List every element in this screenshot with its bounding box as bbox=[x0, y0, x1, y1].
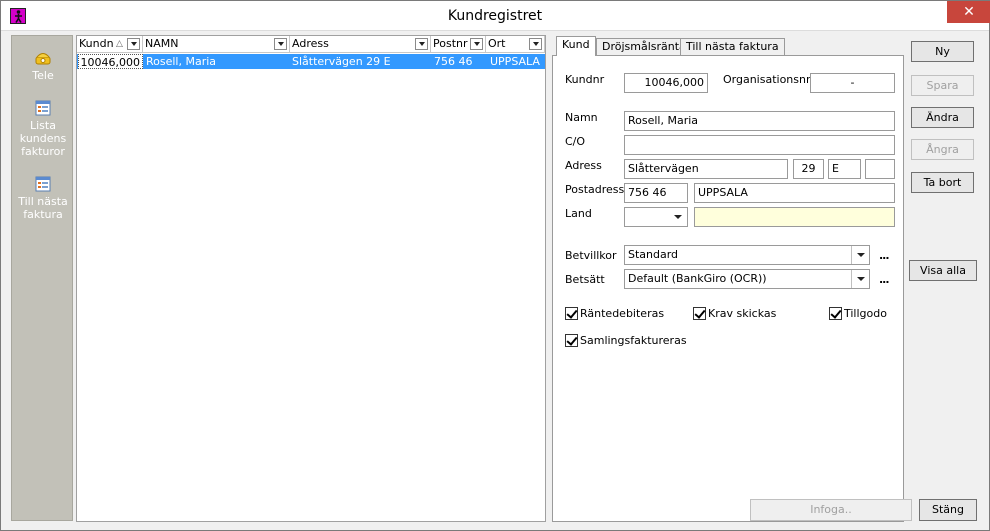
list-invoices-label: Lista kundens fakturor bbox=[19, 119, 67, 158]
list-icon bbox=[35, 176, 51, 192]
cell-kundnr: 10046,000 bbox=[78, 54, 143, 69]
list-icon bbox=[35, 100, 51, 116]
namn-label: Namn bbox=[565, 111, 598, 124]
column-header-ort[interactable]: Ort bbox=[486, 36, 545, 53]
chevron-down-icon[interactable] bbox=[851, 246, 869, 264]
betsatt-value: Default (BankGiro (OCR)) bbox=[628, 272, 767, 285]
chevron-down-icon[interactable] bbox=[669, 208, 687, 226]
checkbox-checked-icon[interactable] bbox=[565, 334, 578, 347]
column-header-postnr[interactable]: Postnr bbox=[431, 36, 486, 53]
list-invoices-shortcut[interactable]: Lista kundens fakturor bbox=[12, 100, 74, 158]
betvillkor-select[interactable]: Standard bbox=[624, 245, 870, 265]
co-field[interactable] bbox=[624, 135, 895, 155]
edit-button[interactable]: Ändra bbox=[911, 107, 974, 128]
new-button[interactable]: Ny bbox=[911, 41, 974, 62]
namn-field[interactable]: Rosell, Maria bbox=[624, 111, 895, 131]
close-button[interactable]: Stäng bbox=[919, 499, 977, 521]
krav-skickas-checkbox[interactable]: Krav skickas bbox=[693, 307, 783, 321]
ort-field[interactable]: UPPSALA bbox=[694, 183, 895, 203]
betsatt-label: Betsätt bbox=[565, 273, 605, 286]
save-button[interactable]: Spara bbox=[911, 75, 974, 96]
tillgodo-checkbox[interactable]: Tillgodo bbox=[829, 307, 889, 321]
postnr-field[interactable]: 756 46 bbox=[624, 183, 688, 203]
column-label: Adress bbox=[292, 37, 329, 50]
customer-grid[interactable]: Kundn △ NAMN Adress Postnr Ort 10046,000… bbox=[76, 35, 546, 522]
tab-till-nasta-faktura[interactable]: Till nästa faktura bbox=[680, 38, 785, 56]
next-invoice-shortcut[interactable]: Till nästa faktura bbox=[12, 176, 74, 221]
kundnr-label: Kundnr bbox=[565, 73, 605, 86]
show-all-button[interactable]: Visa alla bbox=[909, 260, 977, 281]
phone-icon bbox=[35, 50, 51, 66]
orgnr-field[interactable]: - bbox=[810, 73, 895, 93]
betvillkor-label: Betvillkor bbox=[565, 249, 617, 262]
checkbox-checked-icon[interactable] bbox=[565, 307, 578, 320]
title-bar: Kundregistret ✕ bbox=[1, 1, 990, 31]
column-label: NAMN bbox=[145, 37, 179, 50]
customer-register-window: Kundregistret ✕ Tele Lista kundens faktu… bbox=[0, 0, 990, 531]
rantedebiteras-label: Räntedebiteras bbox=[580, 307, 665, 320]
filter-dropdown-icon[interactable] bbox=[127, 38, 140, 50]
co-label: C/O bbox=[565, 135, 586, 148]
chevron-down-icon[interactable] bbox=[851, 270, 869, 288]
betsatt-select[interactable]: Default (BankGiro (OCR)) bbox=[624, 269, 870, 289]
column-label: Postnr bbox=[433, 37, 468, 50]
shortcut-panel: Tele Lista kundens fakturor Till nästa f… bbox=[11, 35, 73, 521]
filter-dropdown-icon[interactable] bbox=[274, 38, 287, 50]
cell-adress: Slåttervägen 29 E bbox=[292, 55, 391, 68]
postadress-label: Postadress bbox=[565, 183, 625, 196]
checkbox-checked-icon[interactable] bbox=[693, 307, 706, 320]
adress-street-field[interactable]: Slåttervägen bbox=[624, 159, 788, 179]
cell-postnr: 756 46 bbox=[434, 55, 473, 68]
rantedebiteras-checkbox[interactable]: Räntedebiteras bbox=[565, 307, 665, 321]
land-name-field bbox=[694, 207, 895, 227]
krav-skickas-label: Krav skickas bbox=[708, 307, 777, 320]
adress-label: Adress bbox=[565, 159, 602, 172]
tele-label: Tele bbox=[32, 69, 54, 82]
samlingsfaktureras-label: Samlingsfaktureras bbox=[580, 334, 687, 347]
column-header-kundnr[interactable]: Kundn △ bbox=[77, 36, 143, 53]
adress-letter-field[interactable]: E bbox=[828, 159, 861, 179]
filter-dropdown-icon[interactable] bbox=[470, 38, 483, 50]
tab-drojsmalsranta[interactable]: Dröjsmålsränta bbox=[596, 38, 692, 56]
tele-shortcut[interactable]: Tele bbox=[12, 50, 74, 82]
delete-button[interactable]: Ta bort bbox=[911, 172, 974, 193]
grid-header: Kundn △ NAMN Adress Postnr Ort bbox=[77, 36, 545, 53]
undo-button[interactable]: Ångra bbox=[911, 139, 974, 160]
next-invoice-label: Till nästa faktura bbox=[18, 195, 68, 221]
checkbox-checked-icon[interactable] bbox=[829, 307, 842, 320]
column-header-namn[interactable]: NAMN bbox=[143, 36, 290, 53]
close-window-button[interactable]: ✕ bbox=[947, 1, 990, 23]
adress-extra-field[interactable] bbox=[865, 159, 895, 179]
tillgodo-label: Tillgodo bbox=[844, 307, 887, 320]
column-header-adress[interactable]: Adress bbox=[290, 36, 431, 53]
betvillkor-value: Standard bbox=[628, 248, 679, 261]
insert-button[interactable]: Infoga.. bbox=[750, 499, 912, 521]
filter-dropdown-icon[interactable] bbox=[529, 38, 542, 50]
column-label: Kundn bbox=[79, 37, 114, 50]
cell-namn: Rosell, Maria bbox=[146, 55, 217, 68]
samlingsfaktureras-checkbox[interactable]: Samlingsfaktureras bbox=[565, 334, 687, 348]
kundnr-field[interactable]: 10046,000 bbox=[624, 73, 708, 93]
sort-ascending-icon: △ bbox=[116, 39, 123, 49]
window-title: Kundregistret bbox=[447, 8, 543, 24]
adress-number-field[interactable]: 29 bbox=[793, 159, 824, 179]
betsatt-more-button[interactable]: ... bbox=[879, 273, 890, 286]
table-row[interactable]: 10046,000 Rosell, Maria Slåttervägen 29 … bbox=[77, 54, 545, 69]
column-label: Ort bbox=[488, 37, 506, 50]
tab-kund[interactable]: Kund bbox=[556, 36, 596, 56]
betvillkor-more-button[interactable]: ... bbox=[879, 249, 890, 262]
land-select[interactable] bbox=[624, 207, 688, 227]
filter-dropdown-icon[interactable] bbox=[415, 38, 428, 50]
orgnr-label: Organisationsnr. bbox=[723, 73, 813, 86]
land-label: Land bbox=[565, 207, 592, 220]
cell-ort: UPPSALA bbox=[490, 55, 540, 68]
